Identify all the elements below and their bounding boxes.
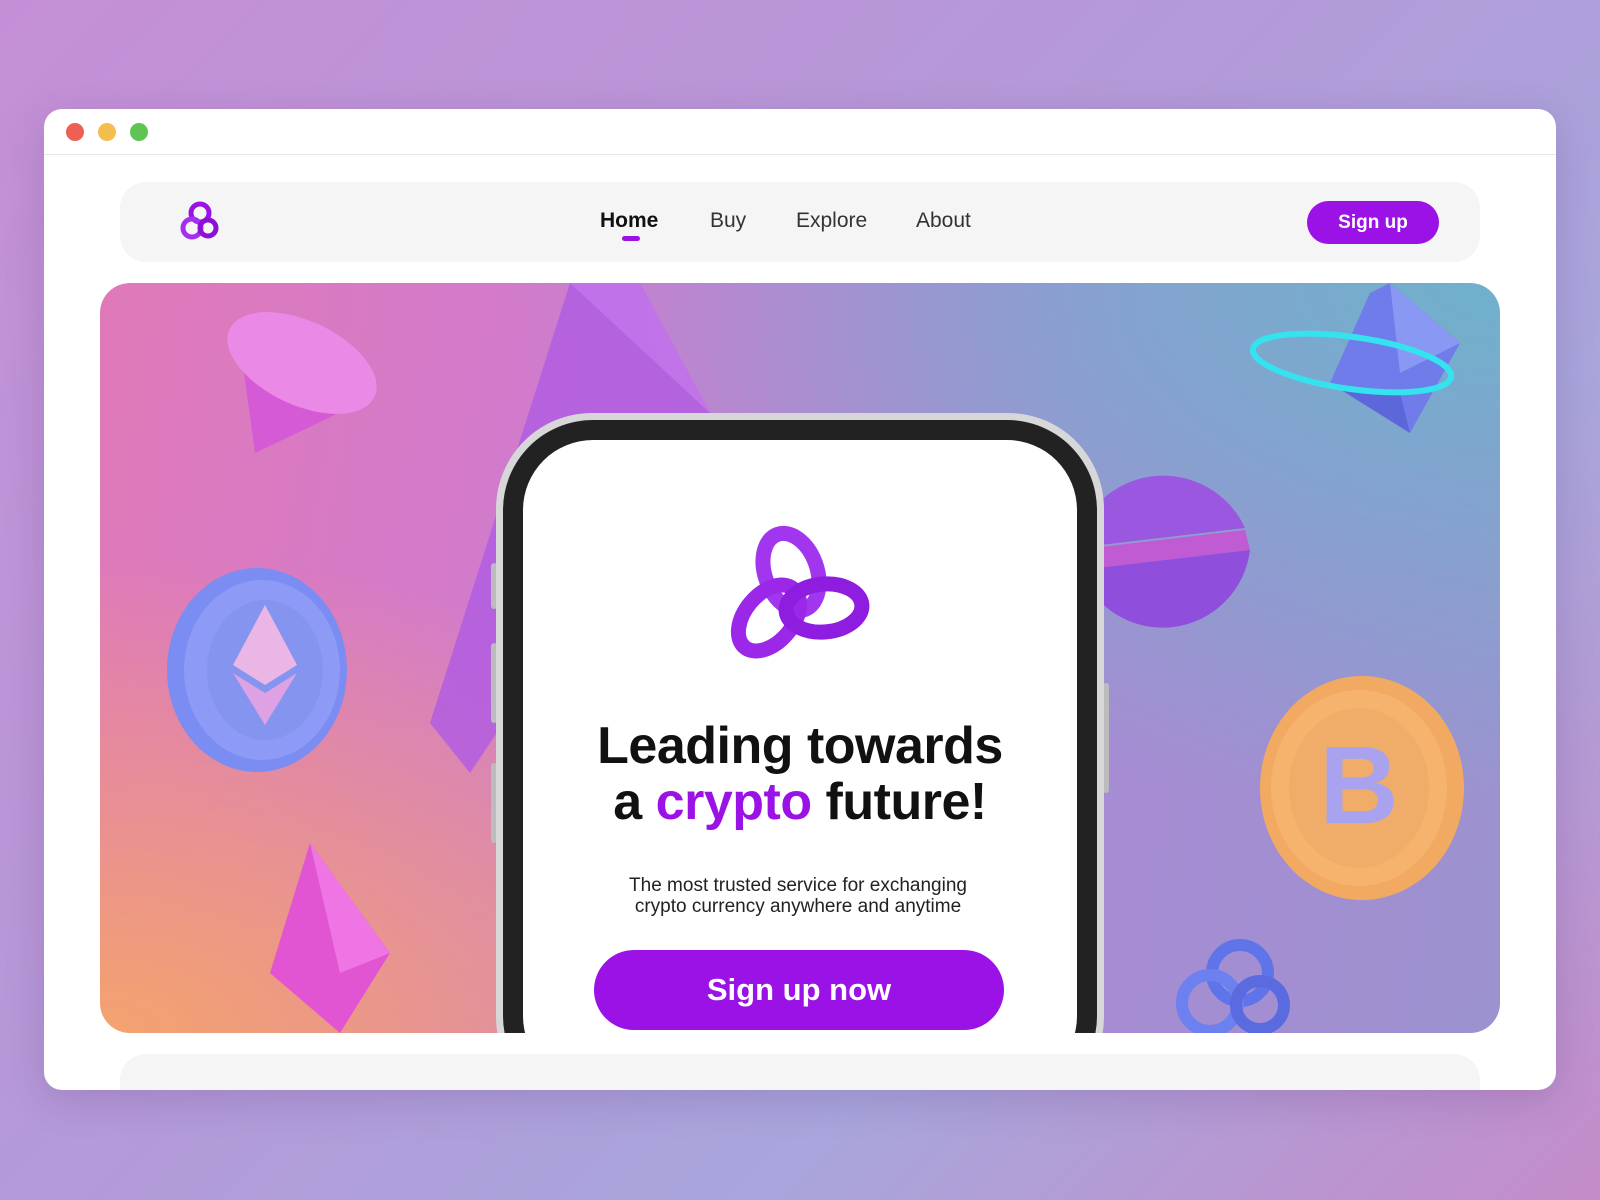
signup-button[interactable]: Sign up [1307,201,1439,244]
nav-link-about[interactable]: About [916,209,971,233]
phone-mockup: Leading towards a crypto future! The mos… [496,413,1104,1033]
ring-orbit [1249,330,1455,396]
knot-logo-icon [1176,939,1290,1033]
browser-window: Home Buy Explore About Sign up B Leading… [44,109,1556,1090]
headline-line-2: a crypto future! [523,774,1077,830]
subtext-line-2: crypto currency anywhere and anytime [634,896,962,917]
svg-text:B: B [1319,724,1398,847]
top-navbar: Home Buy Explore About Sign up [120,182,1480,262]
minimize-window-button[interactable] [98,123,116,141]
maximize-window-button[interactable] [130,123,148,141]
close-window-button[interactable] [66,123,84,141]
nav-link-home[interactable]: Home [600,209,658,233]
ethereum-coin-icon [167,568,347,772]
nav-links: Home Buy Explore About [120,182,1480,262]
cone-shape [227,312,377,453]
nav-link-buy[interactable]: Buy [710,209,746,233]
hero-subtext: The most trusted service for exchanging … [583,875,1013,917]
hero-headline: Leading towards a crypto future! [523,718,1077,830]
next-section-bar [120,1054,1480,1090]
headline-word: a [613,773,642,831]
subtext-line-1: The most trusted service for exchanging [629,875,967,896]
active-nav-indicator [622,236,640,241]
phone-screen: Leading towards a crypto future! The mos… [523,440,1077,1033]
knot-logo-icon [730,525,870,659]
nav-link-explore[interactable]: Explore [796,209,867,233]
pink-gem-icon [270,843,390,1033]
phone-frame: Leading towards a crypto future! The mos… [503,420,1097,1033]
headline-line-1: Leading towards [597,717,1003,775]
bitcoin-coin-icon: B [1260,676,1464,900]
hero-banner: B Leading towards a crypto future! The m… [100,283,1500,1033]
headline-accent-word: crypto [655,773,812,831]
signup-now-button[interactable]: Sign up now [594,950,1004,1030]
window-titlebar [44,109,1556,155]
headline-word: future! [825,773,988,831]
